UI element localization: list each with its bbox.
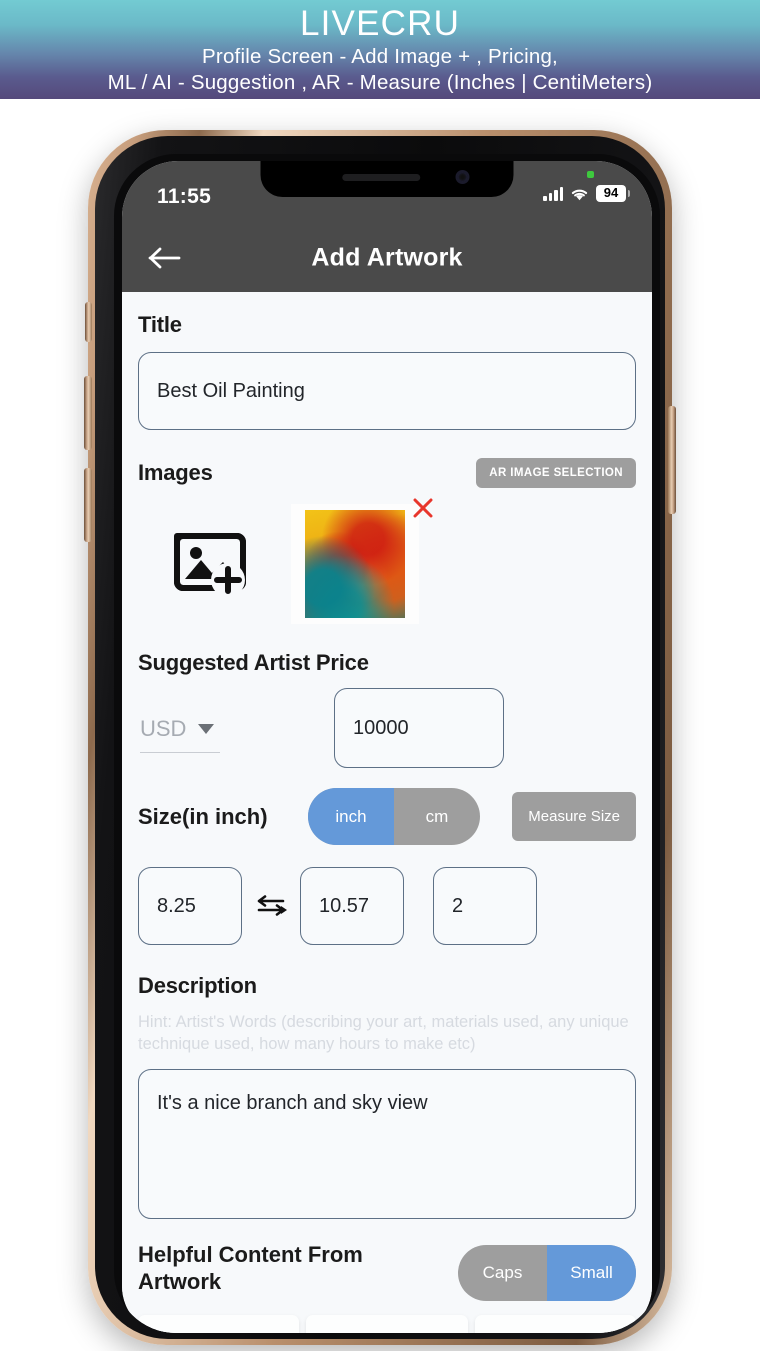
earpiece-speaker — [341, 174, 420, 181]
banner-subtitle-line-1: Profile Screen - Add Image + , Pricing, — [202, 45, 558, 68]
unit-toggle[interactable]: inch cm — [308, 788, 480, 845]
case-option-small[interactable]: Small — [547, 1245, 636, 1301]
description-value: It's a nice branch and sky view — [157, 1092, 428, 1114]
currency-selector[interactable]: USD — [138, 688, 334, 753]
helpful-content-label: Helpful Content From Artwork — [138, 1242, 363, 1294]
battery-tip-icon — [628, 190, 630, 197]
description-hint: Hint: Artist's Words (describing your ar… — [138, 1013, 629, 1053]
artwork-thumbnail-wrapper — [291, 498, 433, 624]
wifi-icon — [570, 186, 589, 201]
description-label: Description — [138, 973, 257, 998]
suggestion-chips-row: branch road plant — [138, 1315, 636, 1333]
power-button[interactable] — [668, 406, 676, 514]
case-option-caps[interactable]: Caps — [458, 1245, 547, 1301]
images-label: Images — [138, 460, 213, 485]
banner-subtitle-line-2: ML / AI - Suggestion , AR - Measure (Inc… — [107, 71, 653, 94]
size-label: Size(in inch) — [138, 803, 268, 829]
volume-up-button[interactable] — [84, 376, 92, 450]
dimensions-row: 8.25 10.57 2 — [138, 867, 636, 945]
price-input-value: 10000 — [353, 716, 409, 739]
title-section: Title Best Oil Painting — [138, 292, 636, 430]
phone-inner-frame: 11:55 94 Add Artwork Title Best Oil Pain… — [95, 136, 665, 1339]
cellular-signal-icon — [543, 186, 563, 201]
height-input[interactable]: 10.57 — [300, 867, 404, 945]
width-input[interactable]: 8.25 — [138, 867, 242, 945]
height-value: 10.57 — [319, 894, 370, 917]
depth-input[interactable]: 2 — [433, 867, 537, 945]
width-value: 8.25 — [157, 894, 196, 917]
device-notch — [260, 161, 514, 197]
images-row — [138, 498, 636, 624]
form-content: Title Best Oil Painting Images AR IMAGE … — [122, 292, 652, 1333]
size-row: Size(in inch) inch cm Measure Size — [138, 788, 636, 845]
price-row: USD 10000 — [138, 688, 636, 768]
suggestion-chip-plant[interactable]: plant — [474, 1315, 636, 1333]
suggestion-chip-branch[interactable]: branch — [138, 1315, 300, 1333]
chevron-down-icon — [198, 724, 215, 734]
helpful-content-header: Helpful Content From Artwork Caps Small — [138, 1241, 636, 1301]
front-camera-icon — [455, 170, 470, 184]
price-input[interactable]: 10000 — [334, 688, 504, 768]
remove-image-x-icon[interactable] — [411, 496, 435, 520]
app-bar: Add Artwork — [122, 223, 652, 292]
title-input[interactable]: Best Oil Painting — [138, 352, 636, 430]
status-indicators: 94 — [543, 185, 630, 202]
phone-screen: 11:55 94 Add Artwork Title Best Oil Pain… — [122, 161, 652, 1333]
description-input[interactable]: It's a nice branch and sky view — [138, 1069, 636, 1219]
suggestion-chip-road[interactable]: road — [306, 1315, 468, 1333]
page-title: Add Artwork — [311, 243, 463, 271]
currency-value: USD — [140, 716, 187, 741]
images-section-header: Images AR IMAGE SELECTION — [138, 458, 636, 488]
depth-value: 2 — [452, 894, 464, 917]
camera-active-indicator — [587, 171, 594, 178]
unit-option-inch[interactable]: inch — [308, 788, 394, 845]
title-label: Title — [138, 312, 182, 337]
swap-arrows-icon[interactable] — [253, 895, 289, 917]
brand-title: LIVECRU — [299, 4, 461, 43]
unit-option-cm[interactable]: cm — [394, 788, 480, 845]
page-banner: LIVECRU Profile Screen - Add Image + , P… — [0, 0, 760, 99]
artwork-image — [305, 510, 405, 618]
status-time: 11:55 — [157, 185, 212, 208]
price-label: Suggested Artist Price — [138, 650, 369, 675]
status-bar: 11:55 94 — [122, 161, 652, 223]
measure-size-button[interactable]: Measure Size — [512, 792, 636, 841]
phone-mockup: 11:55 94 Add Artwork Title Best Oil Pain… — [84, 130, 676, 1351]
artwork-thumbnail[interactable] — [291, 504, 419, 624]
title-input-value: Best Oil Painting — [157, 379, 305, 402]
silent-switch-button[interactable] — [85, 302, 92, 342]
ar-image-selection-button[interactable]: AR IMAGE SELECTION — [476, 458, 636, 488]
phone-frame: 11:55 94 Add Artwork Title Best Oil Pain… — [84, 130, 676, 1345]
battery-icon: 94 — [596, 185, 626, 202]
case-toggle[interactable]: Caps Small — [458, 1245, 636, 1301]
volume-down-button[interactable] — [84, 468, 92, 542]
phone-bezel: 11:55 94 Add Artwork Title Best Oil Pain… — [114, 154, 660, 1333]
add-image-icon[interactable] — [171, 524, 247, 600]
